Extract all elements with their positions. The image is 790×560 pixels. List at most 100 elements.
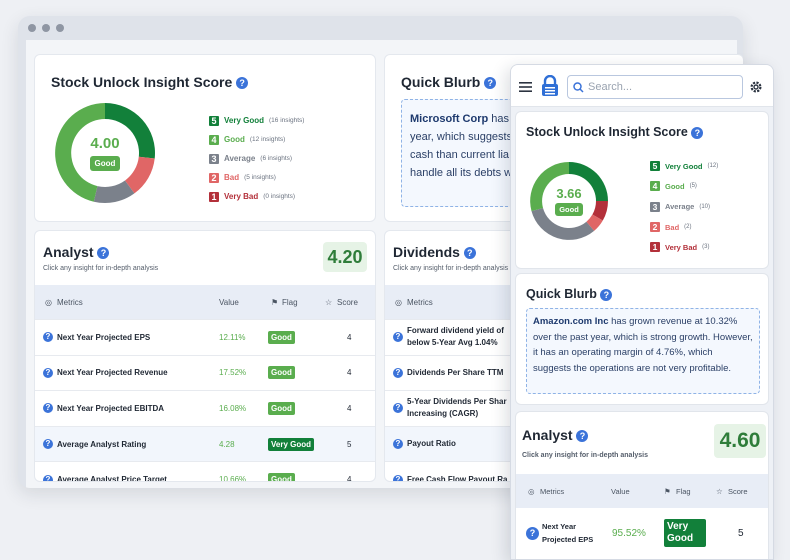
legend-item: 4 Good (5)	[650, 176, 718, 196]
analyst-score: 4.20	[323, 242, 367, 272]
window-dot-minimize[interactable]	[42, 24, 50, 32]
insight-score-title: Stock Unlock Insight Score ?	[51, 74, 249, 90]
legend-rank: 3	[209, 153, 219, 164]
insight-score-card: Stock Unlock Insight Score ? 4.00 Good 5…	[34, 54, 376, 222]
legend-item: 5 Very Good (16 insights)	[209, 111, 304, 130]
mobile-insight-score-legend: 5 Very Good (12) 4 Good (5) 3 Average (10) 2 Bad (2…	[650, 156, 718, 257]
legend-rank: 5	[209, 115, 219, 126]
legend-label: Very Bad	[665, 242, 698, 252]
logo-icon[interactable]	[541, 75, 559, 97]
insight-score-legend: 5 Very Good (16 insights) 4 Good (12 insights…	[209, 111, 304, 206]
star-icon: ☆	[325, 297, 333, 307]
metric-value: 95.52%	[612, 527, 646, 539]
help-icon[interactable]: ?	[393, 474, 403, 481]
help-icon[interactable]: ?	[526, 526, 539, 540]
legend-item: 4 Good (12 insights)	[209, 130, 304, 149]
mobile-analyst-title: Analyst ?	[522, 427, 589, 443]
mobile-analyst-card: Analyst ? Click any insight for in-depth…	[515, 411, 769, 559]
metric-name: Next Year Projected EPS	[542, 522, 594, 544]
search-input[interactable]: Search...	[567, 75, 743, 99]
flag-badge: Good	[268, 366, 295, 380]
legend-item: 5 Very Good (12)	[650, 156, 718, 176]
help-icon[interactable]: ?	[393, 403, 403, 414]
help-icon[interactable]: ?	[43, 439, 53, 450]
table-row[interactable]: ? Next Year Projected EBITDA 16.08% Good 4	[35, 390, 375, 426]
help-icon[interactable]: ?	[393, 367, 403, 378]
table-row[interactable]: ? Average Analyst Price Target 10.66% Good 4	[35, 461, 375, 482]
insight-score-value: 4.00	[90, 135, 120, 152]
search-icon	[573, 82, 584, 93]
metrics-icon: ◎	[395, 297, 402, 307]
legend-rank: 2	[650, 222, 660, 233]
metric-name: Next Year Projected EBITDA	[57, 403, 165, 413]
mobile-quick-blurb-card: Quick Blurb ? Amazon.com Inc has grown r…	[515, 273, 769, 405]
help-icon[interactable]: ?	[393, 332, 403, 343]
legend-rank: 5	[650, 161, 660, 172]
table-row[interactable]: ? Next Year Projected EPS 95.52% Very Go…	[516, 514, 768, 552]
flag-badge: Very Good	[664, 519, 706, 547]
help-icon[interactable]: ?	[43, 367, 53, 378]
metric-value: 16.08%	[219, 403, 247, 413]
table-row[interactable]: ? Next Year Projected Revenue 17.52% Good 4	[35, 354, 375, 391]
metric-score: 5	[347, 439, 352, 449]
legend-label: Bad	[224, 173, 240, 182]
analyst-table-header: ◎ Metrics Value ⚑ Flag ☆ Score	[35, 285, 375, 319]
legend-rank: 3	[650, 201, 660, 212]
legend-item: 2 Bad (2)	[650, 217, 718, 237]
mobile-analyst-score: 4.60	[714, 424, 766, 458]
help-icon[interactable]: ?	[43, 403, 53, 414]
metric-name: Next Year Projected Revenue	[57, 368, 168, 378]
legend-label: Very Good	[224, 116, 265, 125]
help-icon[interactable]: ?	[43, 474, 53, 481]
mobile-insight-score-card: Stock Unlock Insight Score ? 3.66 Good 5…	[515, 111, 769, 269]
legend-item: 3 Average (6 insights)	[209, 149, 304, 168]
table-row[interactable]: ? Next Year Projected EPS 12.11% Good 4	[35, 319, 375, 355]
legend-rank: 1	[209, 191, 219, 202]
mobile-analyst-table-header: ◎ Metrics Value ⚑ Flag ☆ Score	[516, 474, 768, 508]
mobile-insight-score-donut: 3.66 Good	[528, 160, 610, 242]
mobile-insight-score-title: Stock Unlock Insight Score ?	[526, 125, 704, 139]
legend-label: Average	[224, 154, 256, 163]
window-dot-close[interactable]	[28, 24, 36, 32]
analyst-title: Analyst ?	[43, 244, 110, 260]
mobile-top-bar: Search...	[511, 65, 773, 107]
mobile-analyst-subtitle: Click any insight for in-depth analysis	[522, 452, 649, 459]
legend-label: Good	[665, 181, 685, 191]
legend-count: (16 insights)	[269, 117, 305, 124]
mobile-insight-score-badge: Good	[555, 203, 583, 216]
legend-label: Good	[224, 135, 245, 144]
metric-name: Dividends Per Share TTM	[407, 367, 504, 377]
help-icon[interactable]: ?	[691, 126, 704, 139]
legend-count: (10)	[699, 203, 710, 210]
flag-badge: Good	[268, 401, 295, 415]
mobile-insight-score-value: 3.66	[556, 186, 582, 201]
help-icon[interactable]: ?	[236, 77, 249, 90]
legend-count: (12)	[707, 163, 719, 170]
mobile-quick-blurb-title: Quick Blurb ?	[526, 287, 613, 301]
flag-badge: Very Good	[268, 437, 315, 451]
table-row[interactable]: ? Average Analyst Rating 4.28 Very Good 5	[35, 425, 375, 462]
help-icon[interactable]: ?	[393, 439, 403, 450]
metric-score: 4	[347, 332, 352, 342]
gear-icon[interactable]	[749, 80, 763, 94]
legend-count: (0 insights)	[263, 193, 296, 200]
help-icon[interactable]: ?	[43, 332, 53, 343]
window-dot-maximize[interactable]	[56, 24, 64, 32]
legend-rank: 4	[650, 181, 660, 192]
help-icon[interactable]: ?	[463, 247, 476, 260]
metric-score: 4	[347, 475, 352, 482]
legend-count: (5)	[689, 183, 697, 190]
menu-icon[interactable]	[519, 81, 533, 93]
help-icon[interactable]: ?	[484, 77, 497, 90]
help-icon[interactable]: ?	[600, 288, 613, 301]
metric-name: Next Year Projected EPS	[57, 332, 151, 342]
insight-score-donut: 4.00 Good	[53, 101, 157, 205]
metric-name: Payout Ratio	[407, 439, 456, 449]
legend-count: (12 insights)	[249, 136, 286, 143]
help-icon[interactable]: ?	[97, 247, 110, 260]
help-icon[interactable]: ?	[576, 430, 589, 443]
flag-badge: Good	[268, 473, 295, 481]
legend-label: Very Bad	[224, 192, 259, 201]
flag-icon: ⚑	[664, 486, 671, 496]
quick-blurb-title: Quick Blurb ?	[401, 74, 497, 90]
